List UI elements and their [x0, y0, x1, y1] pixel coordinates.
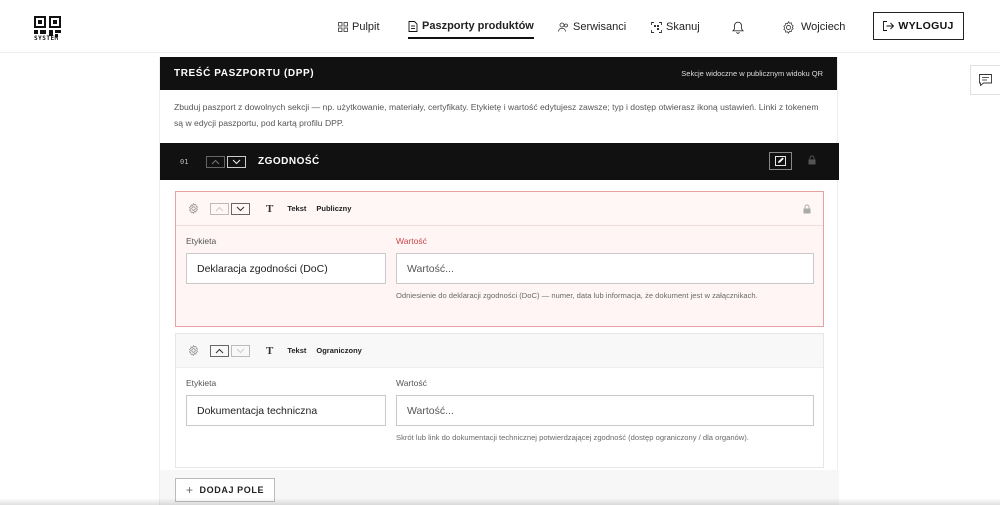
nav-item-pulpit[interactable]: Pulpit [338, 18, 380, 36]
lock-icon[interactable] [803, 204, 811, 214]
settings-icon[interactable] [188, 345, 199, 356]
text-type-icon: T [266, 344, 274, 357]
field-type-label: Tekst [287, 204, 307, 213]
grid-icon [338, 22, 348, 32]
logout-icon [883, 21, 895, 31]
value-input[interactable]: Wartość... [396, 395, 814, 426]
field-card-header: T Tekst Ograniczony [176, 334, 823, 368]
move-down-button[interactable] [227, 155, 246, 168]
chevron-up-icon [215, 206, 224, 211]
section-number: 01 [180, 157, 189, 166]
label-caption: Etykieta [186, 378, 217, 388]
panel-title: TREŚĆ PASZPORTU (DPP) [174, 68, 315, 79]
nav-label-skanuj: Skanuj [666, 21, 700, 33]
logout-button[interactable]: WYLOGUJ [873, 12, 964, 40]
field-card-header: T Tekst Publiczny [176, 192, 823, 226]
field-access-label: Publiczny [316, 204, 352, 213]
settings-icon[interactable] [188, 203, 199, 214]
nav-item-paszporty[interactable]: Paszporty produktów [408, 18, 534, 39]
field-access-label: Ograniczony [316, 346, 362, 355]
move-up-button[interactable] [210, 202, 229, 215]
field-hint: Skrót lub link do dokumentacji techniczn… [396, 433, 749, 442]
field-hint: Odniesienie do deklaracji zgodności (DoC… [396, 291, 758, 300]
comment-icon [979, 74, 992, 86]
panel-description: Zbuduj paszport z dowolnych sekcji — np.… [174, 102, 819, 128]
field-reorder [210, 344, 250, 357]
edit-icon [775, 156, 786, 166]
nav-item-serwisanci[interactable]: Serwisanci [558, 18, 626, 36]
user-menu[interactable]: Wojciech [782, 18, 845, 36]
section-title: ZGODNOŚĆ [258, 156, 320, 167]
add-field-label: DODAJ POLE [199, 485, 265, 495]
field-card: T Tekst Ograniczony Etykieta Wartość Dok… [175, 333, 824, 468]
value-caption: Wartość [396, 236, 427, 246]
panel-header: TREŚĆ PASZPORTU (DPP) Sekcje widoczne w … [160, 57, 837, 90]
users-icon [558, 22, 568, 32]
field-reorder [210, 202, 250, 215]
passport-content-panel: TREŚĆ PASZPORTU (DPP) Sekcje widoczne w … [159, 57, 839, 505]
label-caption: Etykieta [186, 236, 217, 246]
field-card: T Tekst Publiczny Etykieta Wartość Dekla… [175, 191, 824, 327]
top-navigation: SYSTEM Pulpit Paszporty produktów Serwis… [0, 0, 1000, 53]
chevron-up-icon [211, 159, 220, 164]
panel-note: Sekcje widoczne w publicznym widoku QR [681, 69, 823, 78]
user-name: Wojciech [801, 21, 846, 33]
document-icon [408, 20, 418, 32]
label-input[interactable]: Dokumentacja techniczna [186, 395, 386, 426]
nav-label-serwisanci: Serwisanci [573, 21, 627, 33]
nav-item-skanuj[interactable]: Skanuj [651, 18, 700, 36]
move-up-button[interactable] [206, 155, 225, 168]
move-down-button[interactable] [231, 202, 250, 215]
bottom-shadow [0, 498, 1000, 505]
field-card-body: Etykieta Wartość Dokumentacja techniczna… [176, 368, 823, 467]
gear-icon [783, 20, 794, 34]
label-input[interactable]: Deklaracja zgodności (DoC) [186, 253, 386, 284]
section-reorder [206, 155, 246, 168]
notifications-button[interactable] [732, 18, 748, 36]
lock-icon[interactable] [808, 155, 816, 165]
nav-label-pulpit: Pulpit [352, 21, 380, 33]
brand-logo-text: SYSTEM [34, 35, 59, 42]
field-card-body: Etykieta Wartość Deklaracja zgodności (D… [176, 226, 823, 326]
nav-label-paszporty: Paszporty produktów [422, 20, 534, 32]
move-up-button[interactable] [210, 344, 229, 357]
section-edit-button[interactable] [769, 152, 792, 170]
move-down-button[interactable] [231, 344, 250, 357]
value-input[interactable]: Wartość... [396, 253, 814, 284]
chevron-down-icon [236, 206, 245, 211]
chevron-down-icon [232, 159, 241, 164]
bell-icon [732, 21, 744, 34]
scan-icon [651, 21, 662, 33]
feedback-button[interactable] [970, 65, 1000, 95]
chevron-down-icon [236, 348, 245, 353]
plus-icon: + [185, 483, 194, 497]
value-caption: Wartość [396, 378, 427, 388]
text-type-icon: T [266, 202, 274, 215]
logout-label: WYLOGUJ [898, 20, 954, 32]
chevron-up-icon [215, 348, 224, 353]
section-header: 01 ZGODNOŚĆ [160, 143, 839, 180]
field-type-label: Tekst [287, 346, 307, 355]
